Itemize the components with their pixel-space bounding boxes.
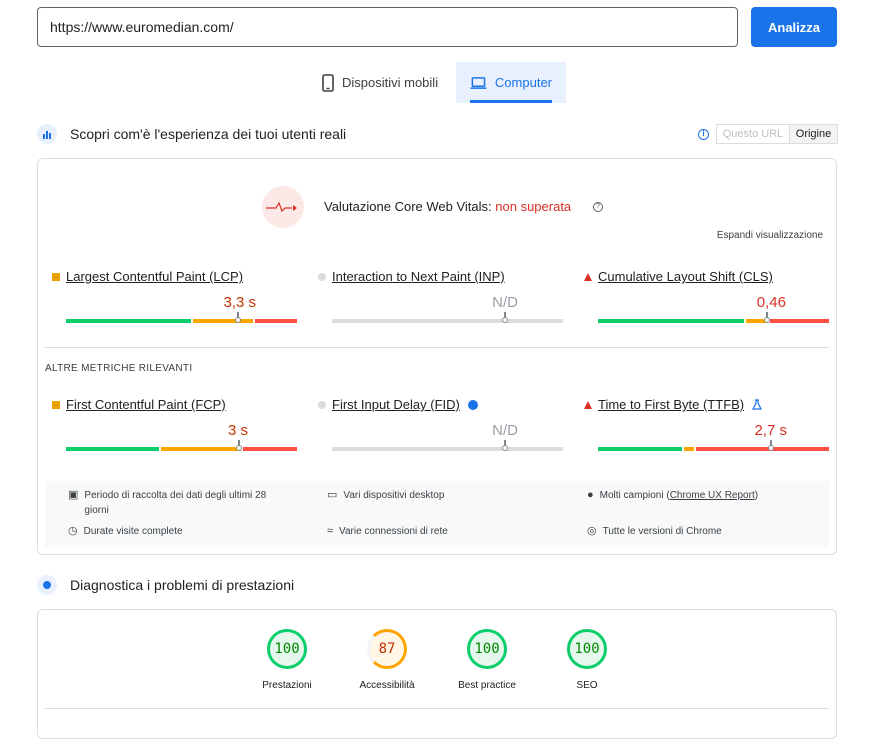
metric-inp[interactable]: Interaction to Next Paint (INP): [318, 269, 505, 284]
metric-fid[interactable]: First Input Delay (FID): [318, 397, 478, 412]
info-samples-text: Molti campioni (Chrome UX Report): [600, 488, 758, 503]
toggle-origin[interactable]: Origine: [790, 125, 837, 143]
gauge-performance-label: Prestazioni: [262, 680, 312, 691]
cwv-label: Valutazione Core Web Vitals:: [324, 199, 496, 214]
metric-inp-label: Interaction to Next Paint (INP): [332, 269, 505, 284]
info-collection-period-text: Periodo di raccolta dei dati degli ultim…: [84, 490, 267, 516]
gauge-best-practices[interactable]: 100: [467, 629, 507, 669]
metric-inp-marker: [502, 312, 508, 323]
info-samples: ● Molti campioni (Chrome UX Report): [587, 488, 758, 503]
metric-fcp-bar: [66, 447, 297, 451]
cwv-pulse-icon: [266, 201, 297, 213]
metric-fcp-label: First Contentful Paint (FCP): [66, 397, 226, 412]
flask-icon: [752, 399, 763, 410]
gauge-seo-label: SEO: [576, 680, 598, 691]
url-input[interactable]: https://www.euromedian.com/: [37, 7, 738, 47]
metric-inp-value: N/D: [492, 294, 518, 311]
metric-ttfb-marker: [768, 440, 774, 451]
url-origin-toggle[interactable]: Questo URL Origine: [716, 124, 838, 144]
info-devices-text: Vari dispositivi desktop: [343, 490, 445, 501]
tab-mobile[interactable]: Dispositivi mobili: [308, 62, 452, 103]
toggle-this-url[interactable]: Questo URL: [717, 125, 790, 143]
no-data-marker-icon: [318, 272, 326, 281]
laptop-icon: [470, 76, 487, 89]
metric-lcp[interactable]: Largest Contentful Paint (LCP): [52, 269, 243, 284]
users-icon: ●: [587, 489, 594, 501]
metric-fid-bar: [332, 447, 563, 451]
gauge-accessibility[interactable]: 87: [367, 629, 407, 669]
cwv-assessment: Valutazione Core Web Vitals: non superat…: [324, 199, 571, 214]
metric-cls[interactable]: Cumulative Layout Shift (CLS): [584, 269, 773, 284]
info-collection-period: ▣ Periodo di raccolta dei dati degli ult…: [68, 488, 288, 518]
gauge-best-practices-label: Best practice: [458, 680, 516, 691]
info-filled-icon[interactable]: [467, 399, 478, 410]
info-chrome: ◎ Tutte le versioni di Chrome: [587, 524, 722, 539]
gauge-seo[interactable]: 100: [567, 629, 607, 669]
metric-ttfb-bar: [598, 447, 829, 451]
poor-marker-icon: [584, 272, 592, 281]
tab-mobile-label: Dispositivi mobili: [342, 75, 439, 90]
active-tab-indicator: [470, 100, 552, 103]
metric-fcp-value: 3 s: [227, 422, 248, 439]
metric-fcp[interactable]: First Contentful Paint (FCP): [52, 397, 226, 412]
diagnostics-icon: [37, 575, 57, 595]
metric-inp-bar: [332, 319, 563, 323]
diagnostics-title: Diagnostica i problemi di prestazioni: [70, 577, 295, 593]
tab-desktop-label: Computer: [494, 75, 552, 90]
chrome-ux-report-link[interactable]: Chrome UX Report: [670, 490, 755, 501]
info-network: ≈ Varie connessioni di rete: [327, 524, 448, 539]
info-duration-text: Durate visite complete: [83, 526, 183, 537]
tab-desktop[interactable]: Computer: [456, 62, 566, 103]
info-duration: ◷ Durate visite complete: [68, 524, 183, 539]
smartphone-icon: [322, 73, 334, 92]
info-devices: ▭ Vari dispositivi desktop: [327, 488, 444, 503]
metric-ttfb-label: Time to First Byte (TTFB): [598, 397, 745, 412]
gauge-performance[interactable]: 100: [267, 629, 307, 669]
chrome-icon: ◎: [587, 525, 597, 537]
info-chrome-text: Tutte le versioni di Chrome: [602, 526, 722, 537]
calendar-icon: ▣: [68, 489, 79, 501]
info-network-text: Varie connessioni di rete: [339, 526, 448, 537]
metric-lcp-label: Largest Contentful Paint (LCP): [66, 269, 244, 284]
average-marker-icon: [52, 272, 60, 281]
lab-scores-card: [37, 609, 837, 739]
field-data-icon: [37, 124, 57, 144]
expand-view-link[interactable]: Espandi visualizzazione: [717, 230, 823, 241]
metric-fid-value: N/D: [492, 422, 518, 439]
devices-icon: ▭: [327, 489, 338, 501]
timer-icon: ◷: [68, 525, 78, 537]
gauge-accessibility-label: Accessibilità: [359, 680, 415, 691]
metric-cls-bar: [598, 319, 829, 323]
metric-lcp-marker: [235, 312, 241, 323]
metric-fcp-marker: [236, 440, 242, 451]
other-metrics-heading: ALTRE METRICHE RILEVANTI: [45, 363, 193, 374]
lab-divider: [45, 708, 829, 709]
field-data-title: Scopri com'è l'esperienza dei tuoi utent…: [70, 126, 347, 142]
info-samples-prefix: Molti campioni (: [599, 490, 670, 501]
help-icon[interactable]: ?: [593, 202, 603, 212]
info-samples-suffix: ): [754, 490, 759, 501]
metric-fid-marker: [502, 440, 508, 451]
metric-cls-marker: [764, 312, 770, 323]
metric-cls-label: Cumulative Layout Shift (CLS): [598, 269, 773, 284]
metric-cls-value: 0,46: [756, 294, 786, 311]
metric-lcp-value: 3,3 s: [223, 294, 256, 311]
average-marker-icon: [52, 400, 60, 409]
cwv-status: non superata: [495, 199, 572, 214]
wifi-icon: ≈: [327, 525, 334, 537]
no-data-marker-icon: [318, 400, 326, 409]
metrics-divider: [45, 347, 829, 348]
metric-fid-label: First Input Delay (FID): [332, 397, 460, 412]
metric-ttfb-value: 2,7 s: [754, 422, 787, 439]
metric-ttfb[interactable]: Time to First Byte (TTFB): [584, 397, 763, 412]
analyze-button[interactable]: Analizza: [751, 7, 837, 47]
poor-marker-icon: [584, 400, 592, 409]
metric-lcp-bar: [66, 319, 297, 323]
info-icon[interactable]: i: [698, 129, 709, 140]
cwv-failed-badge: [262, 186, 304, 228]
